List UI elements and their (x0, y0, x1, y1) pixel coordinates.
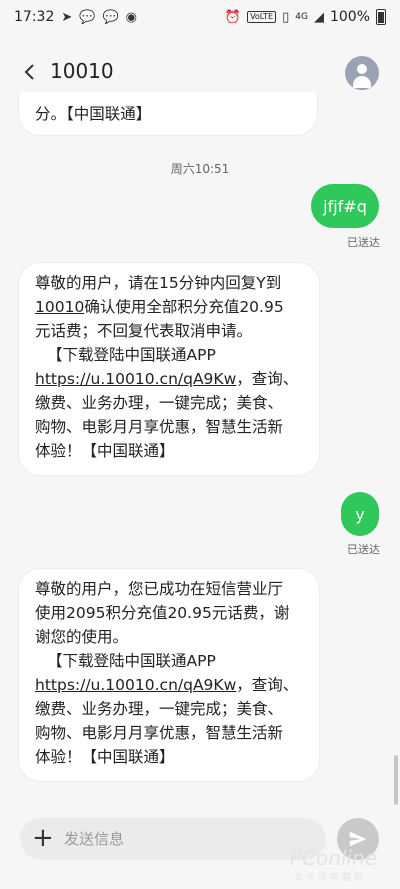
scrollbar[interactable] (394, 755, 398, 805)
message-line: 使用2095积分充值20.95元话费，谢 (35, 604, 290, 622)
battery-icon (376, 9, 386, 25)
phone-link[interactable]: 10010 (35, 298, 84, 316)
message-line: 谢您的使用。 (35, 628, 129, 646)
url-link[interactable]: https://u.10010.cn/qA9Kw (35, 676, 236, 694)
signal-label: 4G (295, 12, 308, 22)
delivery-status: 已送达 (347, 543, 380, 556)
weibo-icon: ◉ (125, 9, 137, 25)
message-input-placeholder: 发送信息 (64, 830, 125, 848)
message-line: https://u.10010.cn/qA9Kw，查询、 (35, 676, 299, 694)
message-line: 体验！【中国联通】 (35, 442, 175, 460)
telegram-icon: ➤ (61, 9, 73, 25)
battery-percent: 100% (329, 9, 370, 25)
avatar[interactable] (345, 56, 379, 90)
message-line: 【下载登陆中国联通APP (47, 346, 216, 364)
message-line: 【下载登陆中国联通APP (47, 652, 216, 670)
message-line: 购物、电影月月享优惠，智慧生活新 (35, 724, 284, 742)
incoming-message[interactable]: 尊敬的用户，您已成功在短信营业厅 使用2095积分充值20.95元话费，谢 谢您… (18, 568, 320, 782)
message-line: 10010确认使用全部积分充值20.95 (35, 298, 284, 316)
message-line: 缴费、业务办理，一键完成；美食、 (35, 700, 284, 718)
message-bubble-partial[interactable]: 分。【中国联通】 (18, 92, 318, 136)
message-text: 分。【中国联通】 (35, 105, 152, 123)
message-text: y (355, 504, 365, 524)
message-line: https://u.10010.cn/qA9Kw，查询、 (35, 370, 299, 388)
status-time: 17:32 (14, 9, 55, 25)
message-line: 尊敬的用户，您已成功在短信营业厅 (35, 580, 284, 598)
vibrate-icon: ▯ (282, 9, 290, 25)
contact-title: 10010 (50, 59, 114, 83)
watermark-logo: PConline (290, 846, 378, 870)
message-line: 尊敬的用户，请在15分钟内回复Y到 (35, 274, 282, 292)
delivery-status: 已送达 (347, 236, 380, 249)
signal-icon: ◢ (313, 9, 324, 25)
chat-icon-2: 💬 (102, 9, 119, 25)
alarm-icon: ⏰ (224, 9, 242, 25)
incoming-message[interactable]: 尊敬的用户，请在15分钟内回复Y到 10010确认使用全部积分充值20.95 元… (18, 262, 320, 476)
outgoing-message[interactable]: jfjf#q (311, 184, 379, 228)
message-line: 购物、电影月月享优惠，智慧生活新 (35, 418, 284, 436)
url-link[interactable]: https://u.10010.cn/qA9Kw (35, 370, 236, 388)
watermark-subtitle: 太平洋电脑网 (294, 873, 367, 883)
message-text: jfjf#q (323, 196, 367, 216)
volte-badge: VoLTE (247, 11, 277, 23)
status-bar: 17:32 ➤ 💬 💬 ◉ ⏰ VoLTE ▯ 4G ◢ 100% (0, 0, 400, 34)
message-timestamp: 周六10:51 (170, 162, 230, 176)
outgoing-message[interactable]: y (341, 492, 379, 536)
message-line: 体验！【中国联通】 (35, 748, 175, 766)
chat-icon: 💬 (79, 9, 96, 25)
message-line: 元话费；不回复代表取消申请。 (35, 322, 253, 340)
back-arrow-icon[interactable] (18, 60, 42, 84)
add-icon[interactable]: + (32, 825, 54, 851)
message-line: 缴费、业务办理，一键完成；美食、 (35, 394, 284, 412)
